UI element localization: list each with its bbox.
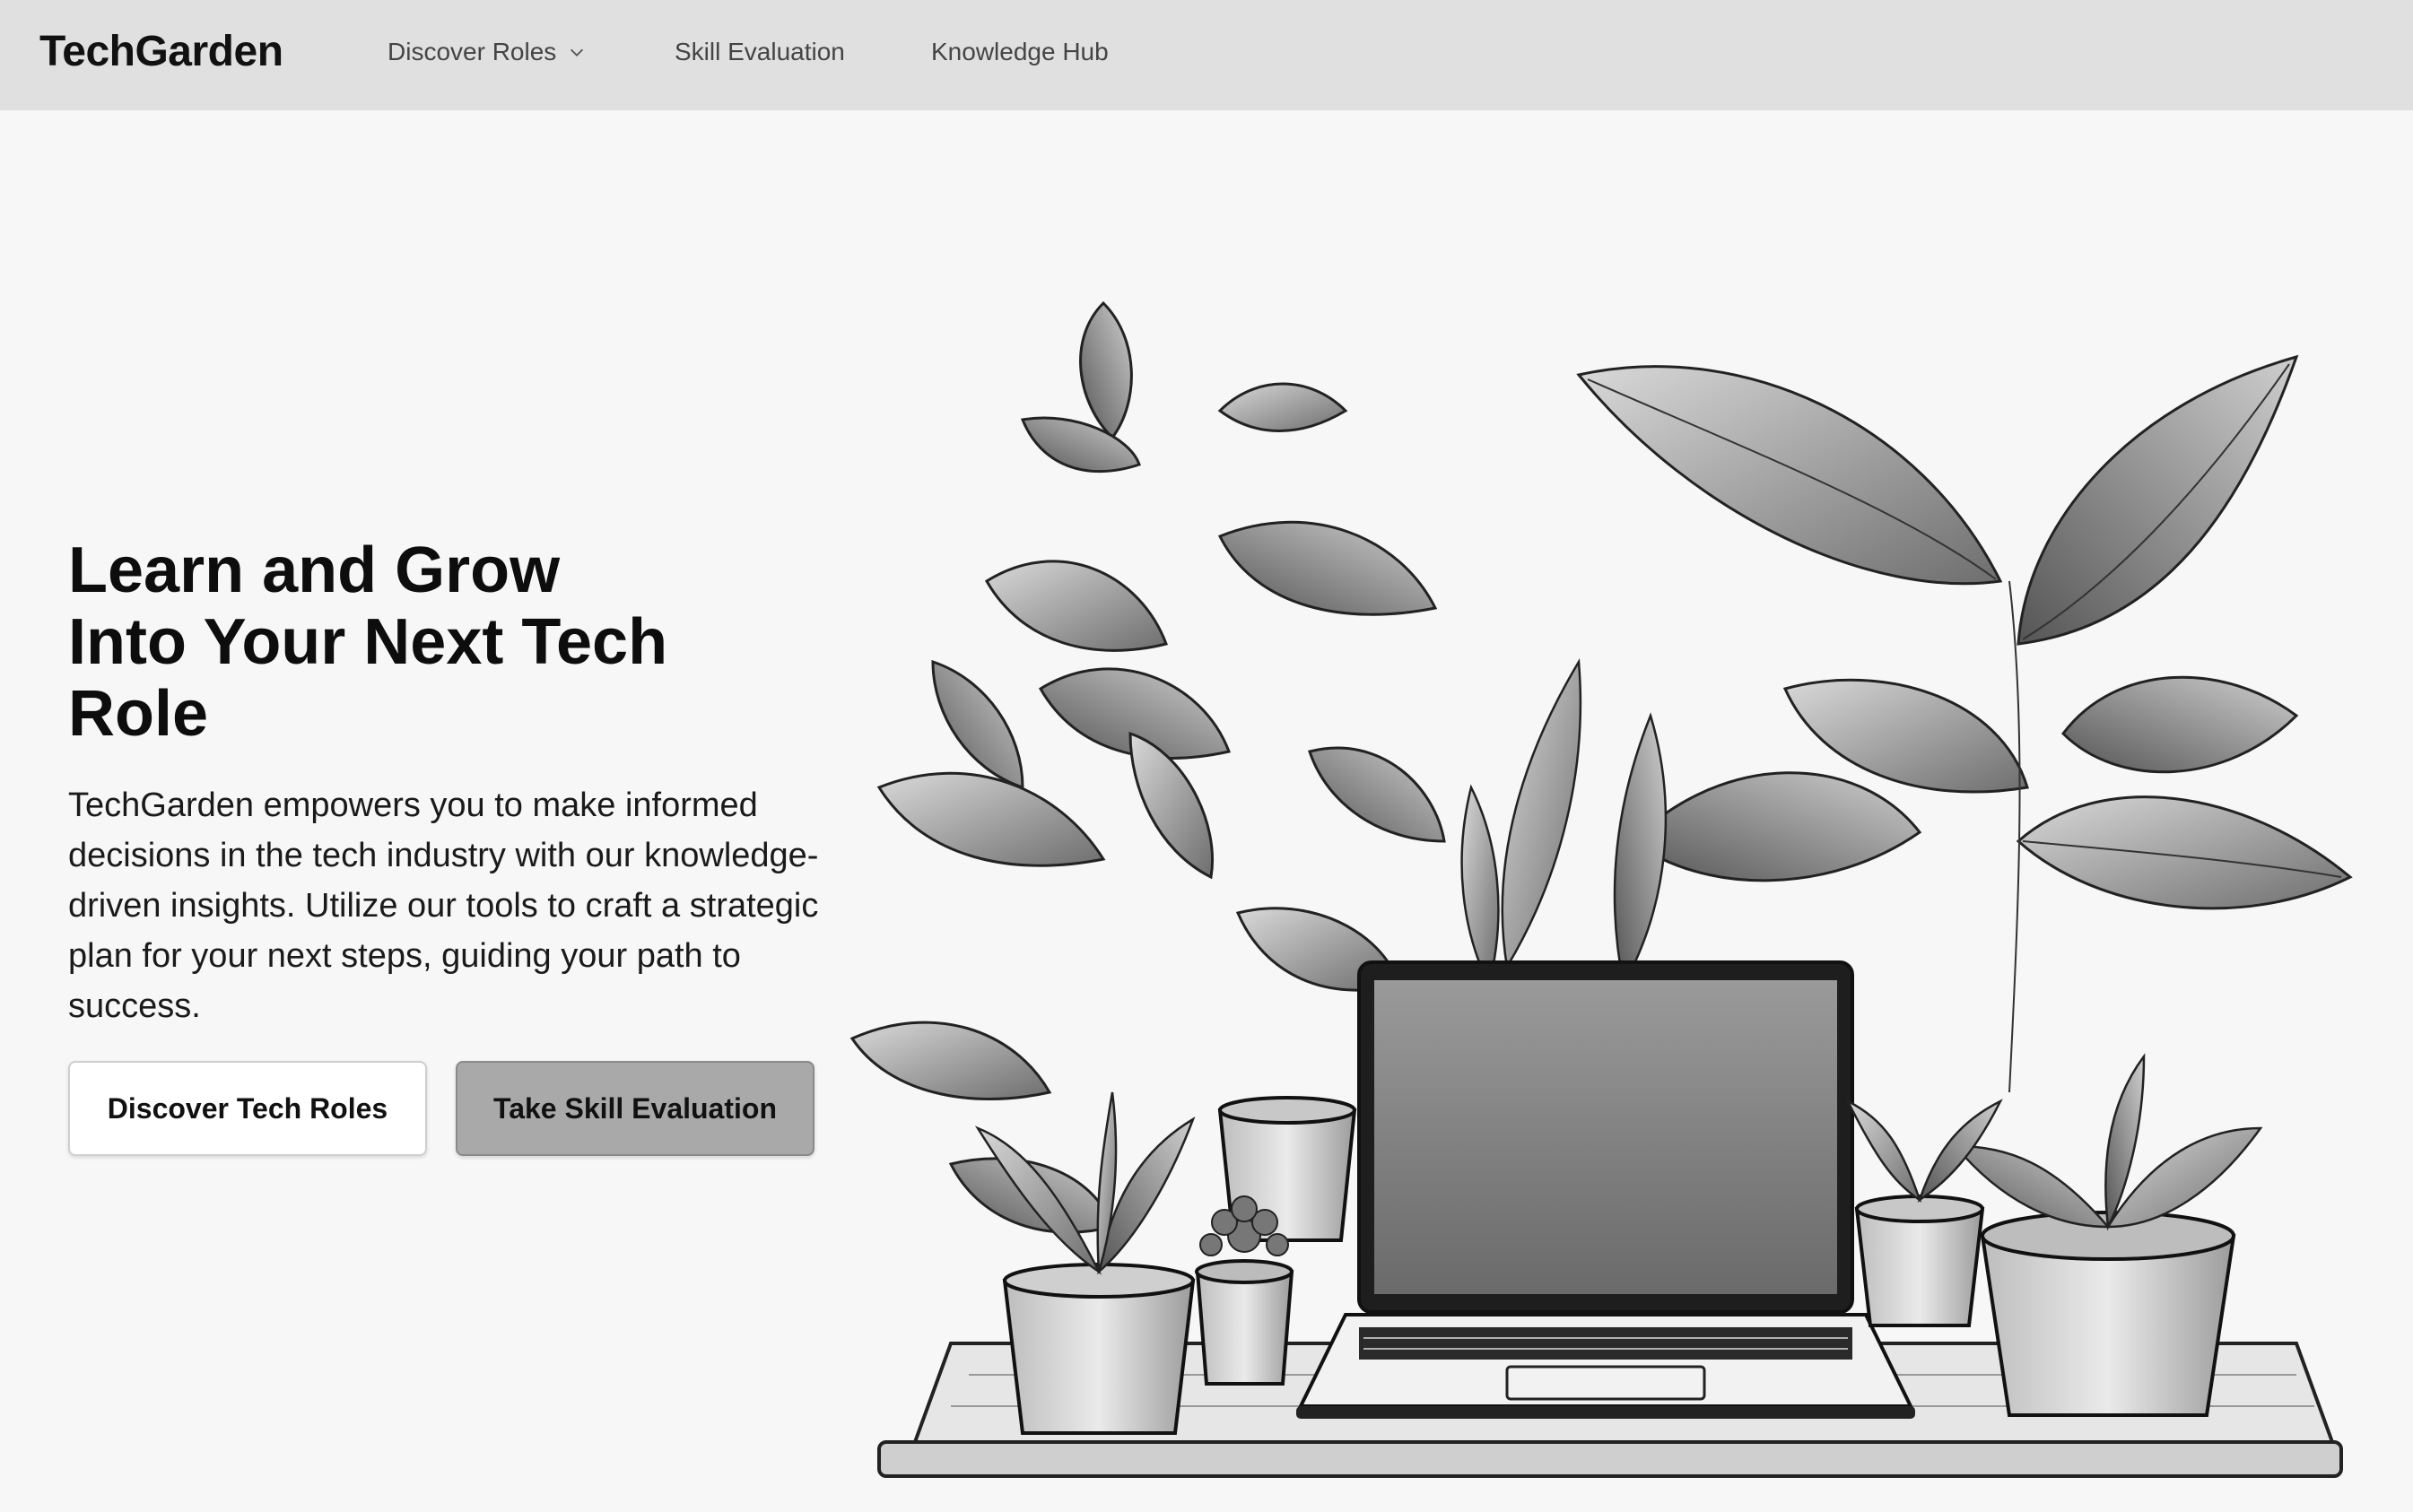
discover-tech-roles-button[interactable]: Discover Tech Roles xyxy=(68,1061,427,1156)
hero-title: Learn and Grow Into Your Next Tech Role xyxy=(68,534,750,750)
top-navbar: TechGarden Discover Roles Skill Evaluati… xyxy=(0,0,2413,110)
chevron-down-icon xyxy=(571,48,584,56)
nav-knowledge-hub-label: Knowledge Hub xyxy=(931,38,1109,65)
take-skill-evaluation-button[interactable]: Take Skill Evaluation xyxy=(456,1061,814,1156)
hero-illustration xyxy=(849,300,2353,1478)
hero-title-line-1: Learn and Grow xyxy=(68,534,561,606)
nav-skill-evaluation[interactable]: Skill Evaluation xyxy=(675,38,845,66)
hero-title-line-2: Into Your Next Tech xyxy=(68,606,668,678)
laptop-illustration xyxy=(1296,960,1915,1419)
nav-discover-roles-label: Discover Roles xyxy=(388,38,557,65)
brand-logo[interactable]: TechGarden xyxy=(39,27,283,76)
hero-description: TechGarden empowers you to make informed… xyxy=(68,786,819,1025)
hero-title-line-3: Role xyxy=(68,678,209,750)
leaf-cluster-left xyxy=(849,300,1446,1234)
nav-knowledge-hub[interactable]: Knowledge Hub xyxy=(931,38,1109,66)
nav-discover-roles[interactable]: Discover Roles xyxy=(388,38,587,66)
fern xyxy=(1460,658,1668,988)
nav-skill-evaluation-label: Skill Evaluation xyxy=(675,38,845,65)
